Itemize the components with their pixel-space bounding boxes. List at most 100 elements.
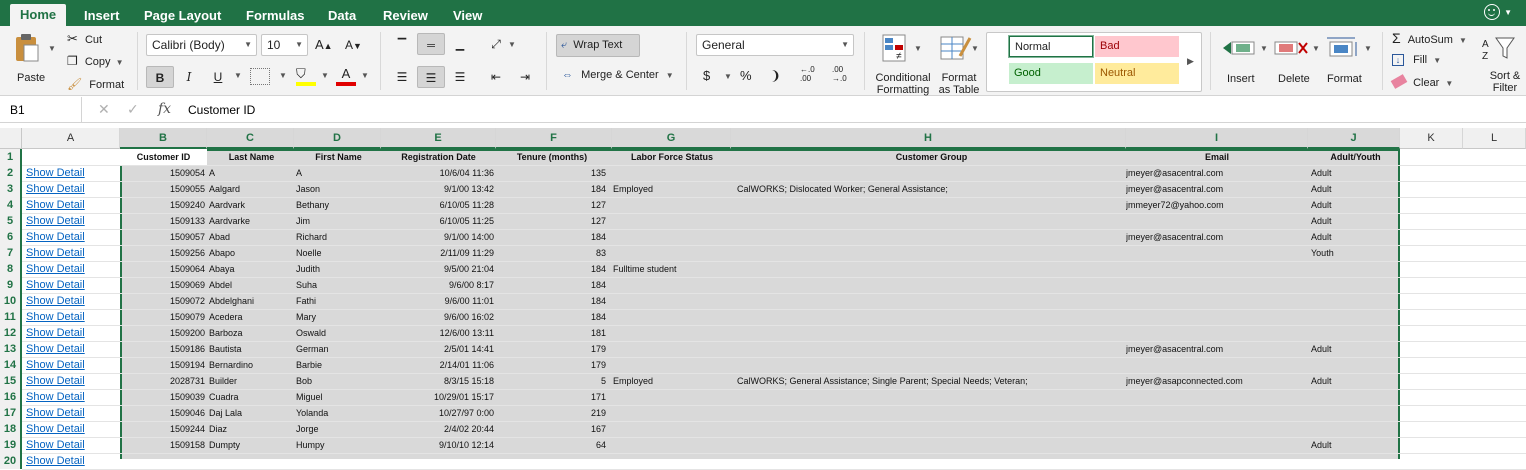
chevron-down-icon[interactable]: ▼ [508, 40, 516, 49]
table-cell[interactable] [1311, 421, 1400, 437]
paste-button[interactable]: ▼ Paste [8, 30, 56, 92]
row-header[interactable]: 7 [0, 245, 22, 261]
tab-review[interactable]: Review [373, 5, 438, 26]
table-cell[interactable]: Adult [1311, 229, 1400, 245]
show-detail-link[interactable]: Show Detail [26, 389, 116, 405]
conditional-formatting-button[interactable]: ≠ ▼ Conditional Formatting [870, 30, 932, 96]
clear-button[interactable]: Clear ▼ [1390, 74, 1453, 89]
row-header[interactable]: 12 [0, 325, 22, 341]
tab-data[interactable]: Data [318, 5, 366, 26]
row-header[interactable]: 2 [0, 165, 22, 181]
table-cell[interactable]: 179 [496, 357, 608, 373]
table-cell[interactable] [1126, 437, 1308, 453]
table-cell[interactable] [613, 277, 731, 293]
table-cell[interactable]: 1509133 [120, 213, 207, 229]
table-cell[interactable]: CalWORKS; Dislocated Worker; General Ass… [737, 181, 1126, 197]
table-cell[interactable]: Jorge [296, 421, 381, 437]
table-cell[interactable]: 135 [496, 165, 608, 181]
table-cell[interactable] [737, 309, 1126, 325]
table-cell[interactable] [1311, 309, 1400, 325]
table-cell[interactable] [613, 309, 731, 325]
table-cell[interactable] [1126, 357, 1308, 373]
table-cell[interactable]: Adult [1311, 197, 1400, 213]
show-detail-link[interactable]: Show Detail [26, 405, 116, 421]
align-left-button[interactable]: ☰ [388, 66, 416, 88]
table-cell[interactable] [613, 357, 731, 373]
row-header[interactable]: 9 [0, 277, 22, 293]
align-center-button[interactable]: ☰ [417, 66, 445, 88]
table-cell[interactable]: Judith [296, 261, 381, 277]
row-header[interactable]: 13 [0, 341, 22, 357]
table-cell[interactable]: jmeyer@asacentral.com [1126, 341, 1308, 357]
table-cell[interactable]: 10/6/04 11:36 [381, 165, 496, 181]
table-cell[interactable] [613, 421, 731, 437]
comma-style-button[interactable]: ❩ [770, 68, 781, 84]
autosum-button[interactable]: Σ AutoSum ▼ [1392, 30, 1467, 46]
column-header[interactable]: J [1308, 128, 1400, 149]
show-detail-link[interactable]: Show Detail [26, 421, 116, 437]
show-detail-link[interactable]: Show Detail [26, 245, 116, 261]
table-cell[interactable]: 6/10/05 11:28 [381, 197, 496, 213]
table-cell[interactable]: Miguel [296, 389, 381, 405]
style-normal[interactable]: Normal [1009, 36, 1093, 57]
table-cell[interactable]: Barboza [209, 325, 294, 341]
show-detail-link[interactable]: Show Detail [26, 341, 116, 357]
table-cell[interactable] [1311, 293, 1400, 309]
table-cell[interactable]: 1509244 [120, 421, 207, 437]
header-cell[interactable]: Customer Group [737, 149, 1126, 165]
table-cell[interactable]: Builder [209, 373, 294, 389]
table-cell[interactable] [737, 229, 1126, 245]
wrap-text-button[interactable]: ⤶ Wrap Text [556, 34, 640, 57]
name-box[interactable]: B1 [0, 97, 82, 123]
table-cell[interactable]: 1509057 [120, 229, 207, 245]
select-all-corner[interactable] [0, 128, 22, 149]
header-cell[interactable]: Customer ID [120, 149, 207, 165]
table-cell[interactable]: Abdel [209, 277, 294, 293]
feedback-smiley-icon[interactable] [1484, 4, 1500, 20]
table-cell[interactable] [1126, 261, 1308, 277]
borders-icon[interactable] [250, 68, 270, 85]
table-cell[interactable]: Fathi [296, 293, 381, 309]
table-cell[interactable] [737, 421, 1126, 437]
table-cell[interactable]: 1509079 [120, 309, 207, 325]
table-cell[interactable]: 9/1/00 13:42 [381, 181, 496, 197]
table-cell[interactable]: Aardvarke [209, 213, 294, 229]
merge-center-button[interactable]: ⇔ Merge & Center ▼ [562, 69, 674, 81]
table-cell[interactable]: 1509186 [120, 341, 207, 357]
table-cell[interactable]: 184 [496, 309, 608, 325]
style-neutral[interactable]: Neutral [1095, 63, 1179, 84]
table-cell[interactable]: Dumpty [209, 437, 294, 453]
table-cell[interactable]: 184 [496, 181, 608, 197]
table-cell[interactable] [737, 245, 1126, 261]
table-cell[interactable]: 6/10/05 11:25 [381, 213, 496, 229]
copy-button[interactable]: ❐ Copy ▼ [67, 54, 124, 68]
table-cell[interactable]: 1509064 [120, 261, 207, 277]
table-cell[interactable]: jmeyer@asacentral.com [1126, 181, 1308, 197]
table-cell[interactable]: Abdelghani [209, 293, 294, 309]
table-cell[interactable]: 181 [496, 325, 608, 341]
cut-button[interactable]: ✂ Cut [67, 31, 102, 47]
table-cell[interactable] [613, 197, 731, 213]
cancel-icon[interactable]: ✕ [98, 101, 110, 118]
table-cell[interactable]: 9/6/00 8:17 [381, 277, 496, 293]
table-cell[interactable] [1126, 405, 1308, 421]
insert-function-button[interactable]: fx [158, 101, 171, 117]
table-cell[interactable]: 5 [496, 373, 608, 389]
header-cell[interactable]: Registration Date [381, 149, 496, 165]
tab-formulas[interactable]: Formulas [236, 5, 315, 26]
table-cell[interactable] [1126, 213, 1308, 229]
chevron-down-icon[interactable]: ▼ [321, 71, 329, 80]
table-cell[interactable]: Bernardino [209, 357, 294, 373]
chevron-down-icon[interactable]: ▼ [48, 44, 56, 53]
table-cell[interactable] [737, 197, 1126, 213]
table-cell[interactable]: Adult [1311, 373, 1400, 389]
table-cell[interactable] [1311, 325, 1400, 341]
show-detail-link[interactable]: Show Detail [26, 261, 116, 277]
formula-input[interactable]: Customer ID [188, 97, 255, 123]
table-cell[interactable]: 1509256 [120, 245, 207, 261]
row-header[interactable]: 16 [0, 389, 22, 405]
show-detail-link[interactable]: Show Detail [26, 325, 116, 341]
decrease-decimal-button[interactable]: .00 →.0 [832, 65, 847, 83]
fill-button[interactable]: ↓ Fill ▼ [1392, 54, 1441, 66]
table-cell[interactable]: 127 [496, 197, 608, 213]
